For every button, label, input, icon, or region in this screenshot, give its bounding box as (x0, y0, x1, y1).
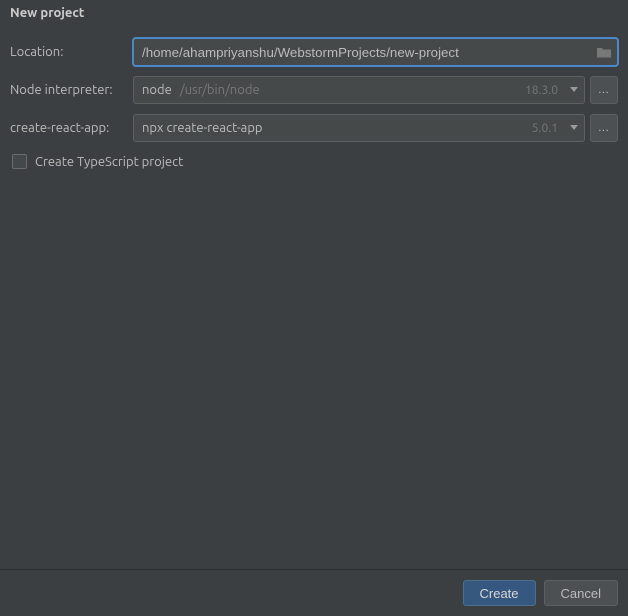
cra-browse-button[interactable]: ... (590, 114, 618, 142)
location-row: Location: (10, 38, 618, 66)
form-container: Location: Node interpreter: node /usr/bi… (0, 28, 628, 169)
typescript-row: Create TypeScript project (10, 154, 618, 169)
typescript-label: Create TypeScript project (35, 155, 183, 169)
cra-row: create-react-app: npx create-react-app 5… (10, 114, 618, 142)
cancel-button[interactable]: Cancel (544, 580, 618, 606)
interpreter-dropdown[interactable]: node /usr/bin/node 18.3.0 (133, 76, 585, 104)
chevron-down-icon (570, 87, 578, 93)
location-label: Location: (10, 45, 125, 59)
location-input[interactable] (133, 38, 618, 66)
interpreter-name: node (142, 83, 172, 97)
interpreter-label: Node interpreter: (10, 83, 125, 97)
cra-version: 5.0.1 (532, 122, 558, 135)
dialog-footer: Create Cancel (0, 569, 628, 616)
chevron-down-icon (570, 125, 578, 131)
interpreter-browse-button[interactable]: ... (590, 76, 618, 104)
typescript-checkbox[interactable] (12, 154, 27, 169)
create-button[interactable]: Create (463, 580, 536, 606)
cra-label: create-react-app: (10, 121, 125, 135)
dialog-title: New project (0, 0, 628, 28)
spacer (0, 169, 628, 569)
cra-dropdown[interactable]: npx create-react-app 5.0.1 (133, 114, 585, 142)
interpreter-version: 18.3.0 (525, 84, 558, 97)
interpreter-row: Node interpreter: node /usr/bin/node 18.… (10, 76, 618, 104)
interpreter-path: /usr/bin/node (180, 83, 260, 97)
cra-command: npx create-react-app (142, 121, 263, 135)
